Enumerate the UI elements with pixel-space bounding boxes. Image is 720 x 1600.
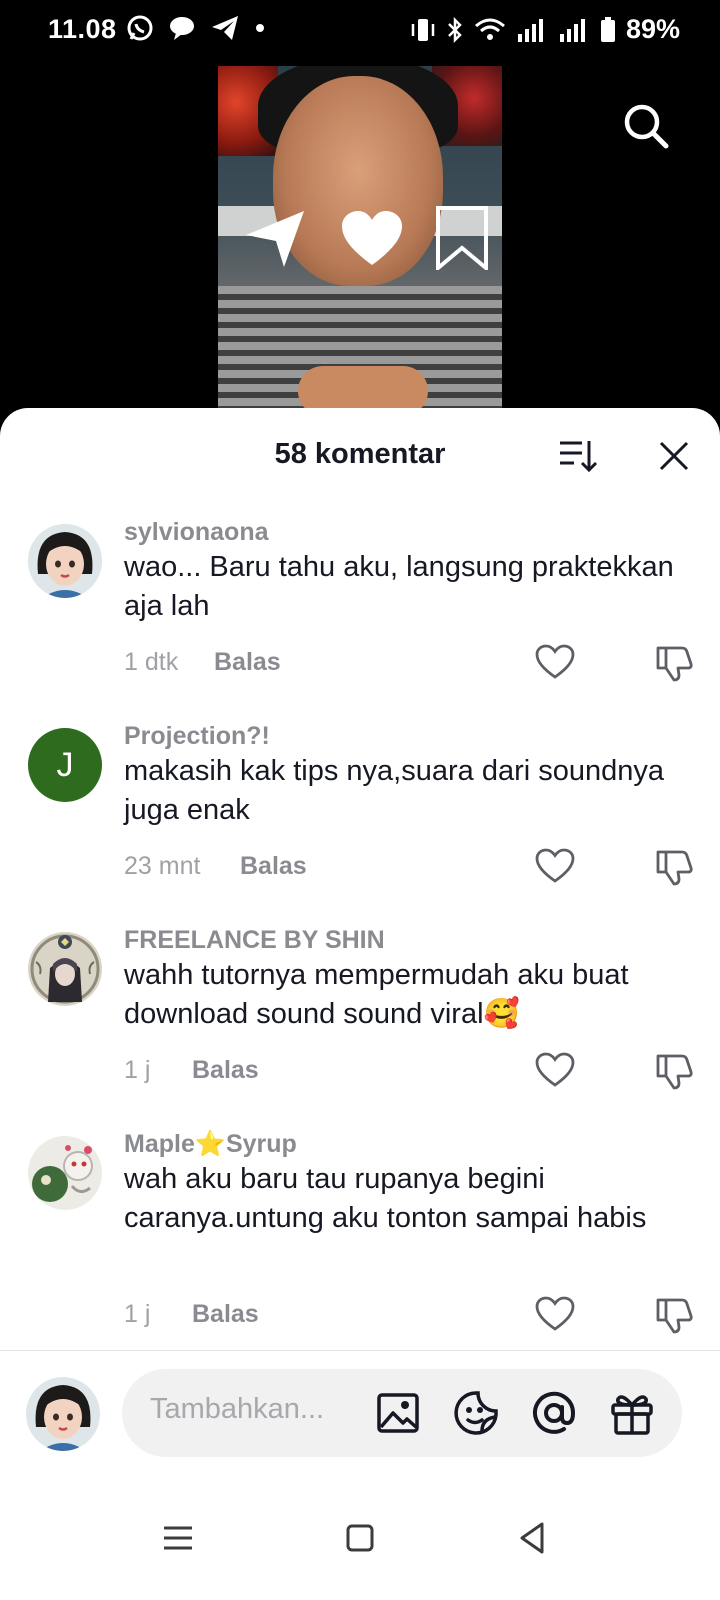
gift-icon[interactable] <box>608 1389 656 1437</box>
battery-percentage: 89% <box>625 14 680 44</box>
sort-icon[interactable] <box>558 438 598 474</box>
chat-bubble-icon <box>170 17 194 40</box>
dot-icon <box>256 24 264 32</box>
system-nav-bar <box>0 1482 720 1600</box>
comment-username[interactable]: Maple⭐Syrup <box>124 1130 297 1159</box>
comment-username[interactable]: Projection?! <box>124 722 270 751</box>
avatar[interactable] <box>28 524 102 598</box>
comment-item: sylvionaona wao... Baru tahu aku, langsu… <box>0 518 720 708</box>
reply-button[interactable]: Balas <box>192 1300 259 1329</box>
status-time: 11.08 <box>48 14 117 44</box>
signal-icon <box>517 18 543 42</box>
bookmark-icon[interactable] <box>434 206 490 270</box>
thumbs-down-icon[interactable] <box>654 642 694 682</box>
comment-username[interactable]: sylvionaona <box>124 518 269 547</box>
comment-text: wao... Baru tahu aku, langsung praktekka… <box>124 551 674 622</box>
comment-username[interactable]: FREELANCE BY SHIN <box>124 926 385 955</box>
heart-outline-icon[interactable] <box>535 644 575 680</box>
video-overlay-actions <box>244 206 490 270</box>
at-icon[interactable] <box>530 1389 578 1437</box>
notification-icons <box>126 14 266 42</box>
heart-outline-icon[interactable] <box>535 1296 575 1332</box>
home-icon[interactable] <box>340 1518 380 1558</box>
image-icon[interactable] <box>374 1389 422 1437</box>
close-icon[interactable] <box>656 438 692 474</box>
comment-input-container <box>122 1369 682 1457</box>
thumbs-down-icon[interactable] <box>654 1294 694 1334</box>
avatar-girl-image <box>28 524 102 598</box>
comment-input[interactable] <box>150 1393 350 1426</box>
comment-sheet-header: 58 komentar <box>0 408 720 502</box>
recent-apps-icon[interactable] <box>158 1518 198 1558</box>
comment-text: wah aku baru tau rupanya begini caranya.… <box>124 1163 647 1234</box>
heart-outline-icon[interactable] <box>535 848 575 884</box>
sticker-icon[interactable] <box>452 1389 500 1437</box>
telegram-icon <box>212 16 238 40</box>
comment-time: 1 j <box>124 1056 151 1084</box>
avatar-illustration-image <box>28 1136 102 1210</box>
reply-button[interactable]: Balas <box>192 1056 259 1085</box>
thumbs-down-icon[interactable] <box>654 846 694 886</box>
comment-text: wahh tutornya mempermudah aku buat downl… <box>124 959 629 1030</box>
bluetooth-icon <box>448 16 462 43</box>
avatar-letter: J <box>56 745 74 784</box>
battery-icon <box>600 16 615 42</box>
comment-item: Maple⭐Syrup wah aku baru tau rupanya beg… <box>0 1130 720 1360</box>
signal-icon-2 <box>559 18 585 42</box>
vibrate-icon <box>411 18 435 41</box>
whatsapp-icon <box>127 15 153 41</box>
system-status-icons: 89% <box>410 14 680 45</box>
back-icon[interactable] <box>512 1518 552 1558</box>
reply-button[interactable]: Balas <box>240 852 307 881</box>
comment-time: 1 dtk <box>124 648 179 676</box>
avatar[interactable] <box>28 1136 102 1210</box>
comment-count-title: 58 komentar <box>274 438 446 470</box>
my-avatar[interactable] <box>26 1377 100 1451</box>
avatar[interactable]: J <box>28 728 102 802</box>
reply-button[interactable]: Balas <box>214 648 281 677</box>
thumbs-down-icon[interactable] <box>654 1050 694 1090</box>
search-icon[interactable] <box>622 102 670 150</box>
comment-text: makasih kak tips nya,suara dari soundnya… <box>124 755 665 826</box>
comment-time: 1 j <box>124 1300 151 1328</box>
status-bar: 11.08 89% <box>0 0 720 64</box>
avatar-ornate-image <box>28 932 102 1006</box>
comment-input-bar <box>0 1350 720 1482</box>
comment-item: J Projection?! makasih kak tips nya,suar… <box>0 722 720 912</box>
share-arrow-icon[interactable] <box>244 207 310 269</box>
comment-time: 23 mnt <box>124 852 201 880</box>
avatar-girl-image <box>26 1377 100 1451</box>
heart-icon[interactable] <box>340 209 404 267</box>
comment-item: FREELANCE BY SHIN wahh tutornya mempermu… <box>0 926 720 1116</box>
wifi-icon <box>474 18 505 40</box>
avatar[interactable] <box>28 932 102 1006</box>
heart-outline-icon[interactable] <box>535 1052 575 1088</box>
